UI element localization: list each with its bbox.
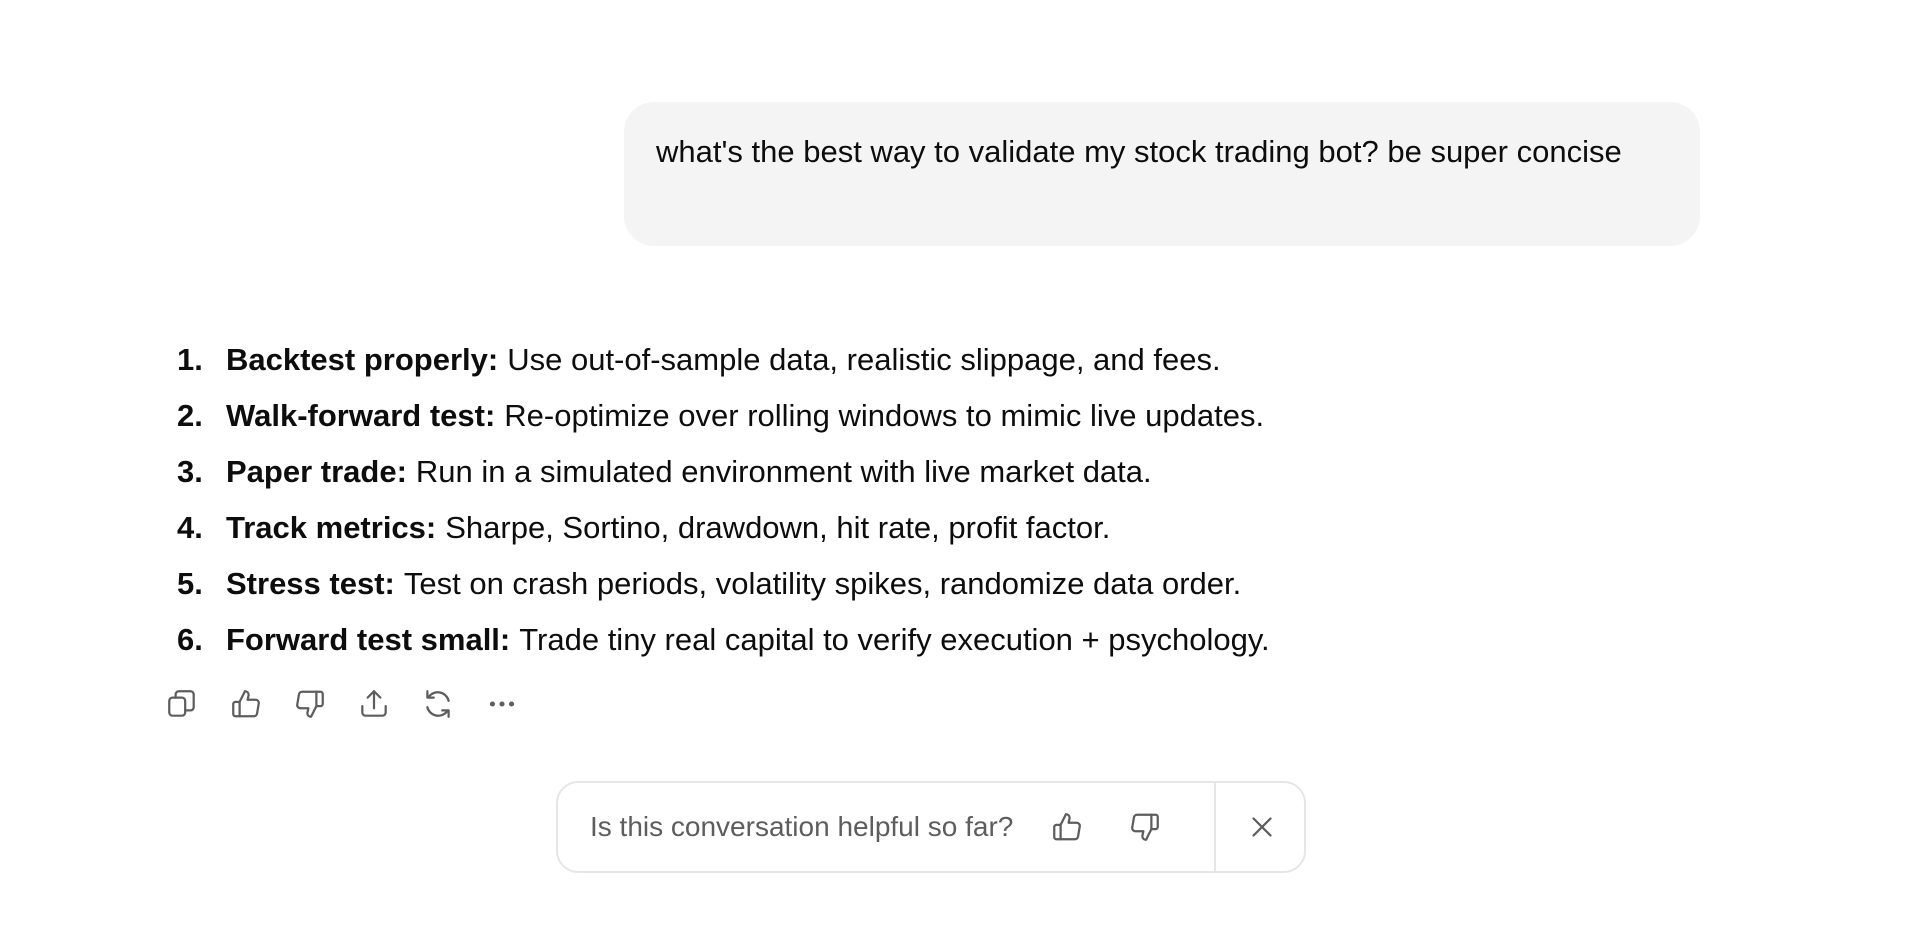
feedback-not-helpful-button[interactable] <box>1115 797 1175 857</box>
list-item-title: Paper trade: <box>226 454 407 489</box>
list-item: 6. Forward test small: Trade tiny real c… <box>166 612 1270 668</box>
list-item-title: Stress test: <box>226 566 395 601</box>
list-item-text: Re-optimize over rolling windows to mimi… <box>504 398 1265 433</box>
user-message-text: what's the best way to validate my stock… <box>656 134 1622 169</box>
list-item-number: 5. <box>177 566 203 601</box>
list-item-number: 1. <box>177 342 203 377</box>
list-item-number: 2. <box>177 398 203 433</box>
list-item: 4. Track metrics: Sharpe, Sortino, drawd… <box>166 500 1270 556</box>
feedback-close-button[interactable] <box>1232 797 1292 857</box>
regenerate-button[interactable] <box>416 682 460 726</box>
list-item-number: 3. <box>177 454 203 489</box>
thumbs-down-icon <box>296 690 324 718</box>
list-item-title: Walk-forward test: <box>226 398 496 433</box>
copy-icon <box>168 690 195 717</box>
message-action-bar <box>160 682 524 726</box>
thumbs-down-icon <box>1131 813 1160 841</box>
list-item: 5. Stress test: Test on crash periods, v… <box>166 556 1270 612</box>
bad-response-button[interactable] <box>288 682 332 726</box>
answer-list: 1. Backtest properly: Use out-of-sample … <box>166 332 1270 668</box>
copy-button[interactable] <box>160 682 204 726</box>
share-button[interactable] <box>352 682 396 726</box>
list-item-title: Forward test small: <box>226 622 511 657</box>
feedback-divider <box>1214 783 1216 871</box>
list-item-title: Track metrics: <box>226 510 437 545</box>
list-item-text: Test on crash periods, volatility spikes… <box>403 566 1242 601</box>
more-icon <box>489 701 515 707</box>
feedback-helpful-button[interactable] <box>1037 797 1097 857</box>
list-item-text: Run in a simulated environment with live… <box>415 454 1152 489</box>
chat-page: what's the best way to validate my stock… <box>0 0 1920 942</box>
list-item-text: Sharpe, Sortino, drawdown, hit rate, pro… <box>445 510 1111 545</box>
regenerate-icon <box>426 690 450 718</box>
close-icon <box>1252 817 1272 837</box>
good-response-button[interactable] <box>224 682 268 726</box>
list-item-text: Trade tiny real capital to verify execut… <box>519 622 1270 657</box>
list-item: 1. Backtest properly: Use out-of-sample … <box>166 332 1270 388</box>
thumbs-up-icon <box>1053 813 1082 841</box>
user-message-bubble: what's the best way to validate my stock… <box>624 102 1700 246</box>
list-item-text: Use out-of-sample data, realistic slippa… <box>507 342 1221 377</box>
feedback-prompt: Is this conversation helpful so far? <box>590 811 1014 842</box>
list-item: 3. Paper trade: Run in a simulated envir… <box>166 444 1270 500</box>
list-item-number: 4. <box>177 510 203 545</box>
share-icon <box>361 690 387 717</box>
thumbs-up-icon <box>232 690 260 718</box>
list-item: 2. Walk-forward test: Re-optimize over r… <box>166 388 1270 444</box>
list-item-title: Backtest properly: <box>226 342 499 377</box>
list-item-number: 6. <box>177 622 203 657</box>
more-options-button[interactable] <box>480 682 524 726</box>
conversation-feedback-bar: Is this conversation helpful so far? <box>556 781 1306 873</box>
